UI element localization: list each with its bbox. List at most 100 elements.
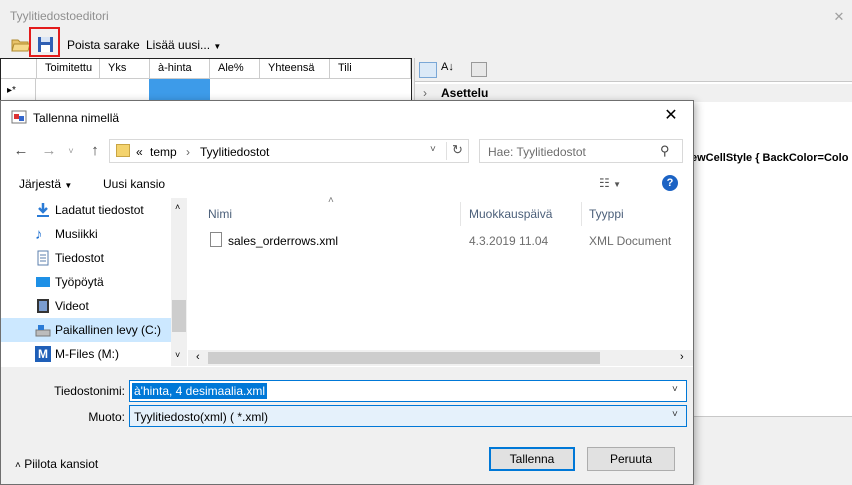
add-new-label: Lisää uusi... [146,38,211,52]
drive-icon [35,322,51,338]
up-arrow-icon[interactable]: ↑ [85,142,105,159]
scroll-left-icon[interactable]: ‹ [196,351,200,363]
refresh-icon[interactable]: ↻ [446,142,468,160]
tree-scroll-thumb[interactable] [172,300,186,332]
alphabetical-icon[interactable]: A↓ [441,61,454,73]
category-label: Asettelu [441,86,489,100]
column-header[interactable]: à-hinta [150,59,210,79]
address-bar[interactable]: « temp › Tyylitiedostot ˅ ↻ [109,139,469,163]
file-type: XML Document [589,234,672,248]
folder-icon [116,144,130,157]
cancel-button[interactable]: Peruuta [587,447,675,471]
style-value: ewCellStyle { BackColor=Colo [691,152,849,164]
property-toolbar: A↓ [415,58,852,82]
data-grid[interactable]: Toimitettu Yks à-hinta Ale% Yhteensä Til… [0,58,412,104]
scroll-down-icon[interactable]: ˅ [175,350,180,360]
chevron-down-icon[interactable]: ˅ [672,384,678,395]
recent-chevron-icon[interactable]: ˅ [61,146,81,156]
column-header[interactable]: Yhteensä [260,59,330,79]
save-as-dialog: Tallenna nimellä ✕ ← → ˅ ↑ « temp › Tyyl… [0,100,694,485]
download-icon [35,202,51,218]
organize-label: Järjestä [19,177,62,191]
tree-item[interactable]: ♪ Musiikki [1,222,171,246]
tree-label: Työpöytä [55,275,104,289]
navigation-bar: ← → ˅ ↑ « temp › Tyylitiedostot ˅ ↻ Hae:… [1,135,693,167]
scroll-up-icon[interactable]: ˄ [175,202,180,212]
tree-item[interactable]: Videot [1,294,171,318]
music-icon: ♪ [35,226,43,243]
caret-down-icon: ▼ [213,42,222,51]
chevron-right-icon: › [423,86,427,100]
dialog-close-icon[interactable]: ✕ [656,105,686,127]
help-icon[interactable]: ? [662,175,678,191]
column-divider [460,202,461,226]
horizontal-scrollbar[interactable]: ‹ › [188,350,693,366]
organize-button[interactable]: Järjestä ▼ [19,177,72,191]
sort-indicator-icon: ˄ [328,195,334,206]
format-select[interactable]: Tyylitiedosto(xml) ( *.xml) ˅ [129,405,687,427]
column-modified[interactable]: Muokkauspäivä [469,207,552,221]
new-row-marker[interactable]: ▸* [1,79,36,101]
window-title: Tyylitiedostoeditori [10,9,109,23]
filename-label: Tiedostonimi: [54,384,125,398]
save-button[interactable]: Tallenna [489,447,575,471]
dialog-title: Tallenna nimellä [33,111,120,125]
toolbar: Poista sarake Lisää uusi... ▼ [0,27,852,58]
hide-folders-toggle[interactable]: ˄ Piilota kansiot [15,457,98,471]
column-divider [581,202,582,226]
desktop-icon [35,274,51,290]
tree-item[interactable]: Tiedostot [1,246,171,270]
tree-item[interactable]: Ladatut tiedostot [1,198,171,222]
format-label: Muoto: [88,410,125,424]
file-list: Nimi ˄ Muokkauspäivä Tyyppi sales_orderr… [188,195,693,366]
view-options-icon[interactable]: ☷ ▼ [599,176,621,190]
grid-corner [1,59,37,79]
filename-value: à'hinta, 4 desimaalia.xml [132,383,268,399]
chevron-down-icon[interactable]: ˅ [672,409,678,420]
forward-arrow-icon[interactable]: → [39,142,59,159]
address-dropdown-icon[interactable]: ˅ [430,144,436,155]
documents-icon [35,250,51,266]
column-header[interactable]: Toimitettu [37,59,100,79]
tree-label: Tiedostot [55,251,104,265]
file-row[interactable]: sales_orderrows.xml 4.3.2019 11.04 XML D… [188,228,693,252]
folder-tree: Ladatut tiedostot ♪ Musiikki Tiedostot T… [1,198,187,366]
delete-column-button[interactable]: Poista sarake [67,38,140,52]
tree-item-selected[interactable]: Paikallinen levy (C:) [1,318,171,342]
caret-down-icon: ▼ [64,181,73,190]
tree-item[interactable]: Työpöytä [1,270,171,294]
selected-cell[interactable] [149,79,210,101]
tree-scrollbar[interactable]: ˄ ˅ [171,198,187,366]
search-placeholder: Hae: Tyylitiedostot [488,145,586,159]
dialog-footer: Tiedostonimi: à'hinta, 4 desimaalia.xml … [1,367,693,484]
filename-input[interactable]: à'hinta, 4 desimaalia.xml ˅ [129,380,687,402]
back-arrow-icon[interactable]: ← [11,142,31,159]
scroll-right-icon[interactable]: › [680,351,684,363]
video-icon [35,298,51,314]
column-header[interactable]: Ale% [210,59,260,79]
breadcrumb-temp[interactable]: temp [150,145,177,159]
tree-label: M-Files (M:) [55,347,119,361]
search-icon[interactable]: ⚲ [660,143,670,159]
save-icon[interactable] [34,33,56,55]
property-pages-icon[interactable] [471,62,487,77]
format-value: Tyylitiedosto(xml) ( *.xml) [134,410,269,424]
new-folder-button[interactable]: Uusi kansio [103,177,165,191]
search-box[interactable]: Hae: Tyylitiedostot ⚲ [479,139,683,163]
breadcrumb-overflow[interactable]: « [136,145,143,159]
mfiles-icon: M [35,346,51,362]
tree-label: Musiikki [55,227,98,241]
horizontal-scroll-thumb[interactable] [208,352,600,364]
column-type[interactable]: Tyyppi [589,207,624,221]
column-header[interactable]: Yks [100,59,150,79]
close-icon[interactable]: ✕ [832,10,846,24]
column-header[interactable]: Tili [330,59,411,79]
breadcrumb-tyylitiedostot[interactable]: Tyylitiedostot [200,145,269,159]
tree-item[interactable]: M M-Files (M:) [1,342,171,366]
categorized-icon[interactable] [419,62,437,78]
file-modified: 4.3.2019 11.04 [469,234,549,248]
dialog-app-icon [11,110,27,124]
column-name[interactable]: Nimi [208,207,232,221]
hide-folders-label: Piilota kansiot [24,457,99,471]
add-new-dropdown[interactable]: Lisää uusi... ▼ [146,38,221,52]
